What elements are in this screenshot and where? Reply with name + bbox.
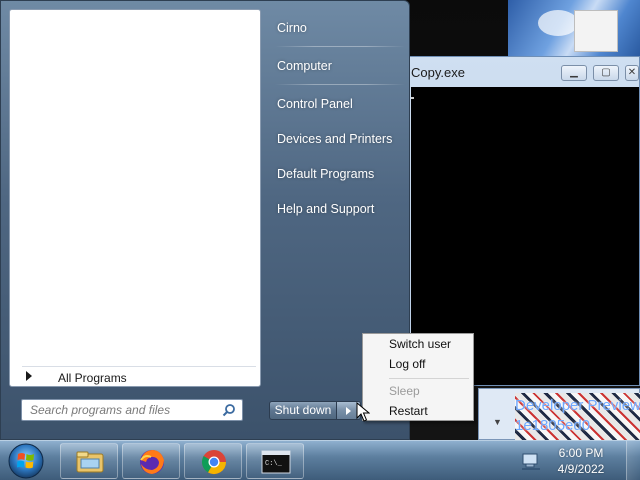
separator [275,84,405,85]
art-text-line2: 1e1805ed0 [515,417,591,434]
separator [275,46,405,47]
svg-text:C:\_: C:\_ [265,460,283,468]
arrow-right-icon [346,407,351,415]
menu-item-log-off[interactable]: Log off [365,354,471,374]
console-cursor [411,97,414,99]
minimize-button[interactable]: ▁ [561,65,587,81]
art-image: Developer Preview 1e1805ed0 [515,393,640,441]
background-thumbnail [574,10,618,52]
network-icon[interactable] [520,450,542,472]
all-programs-label: All Programs [58,371,127,385]
taskbar-cmd-button[interactable]: C:\_ [246,443,304,479]
windows-explorer-icon [76,451,104,473]
mouse-pointer-icon [356,402,370,422]
chrome-icon [201,450,226,475]
background-art-window[interactable]: ▼ Developer Preview 1e1805ed0 [478,388,640,441]
right-item-devices-printers[interactable]: Devices and Printers [271,128,405,150]
taskbar: C:\_ 6:00 PM 4/9/2022 [0,440,640,480]
command-prompt-icon: C:\_ [261,450,291,474]
search-icon[interactable] [222,403,236,417]
right-item-help-support[interactable]: Help and Support [271,198,405,220]
power-options-menu: Switch user Log off Sleep Restart [362,333,474,421]
console-window-title: Copy.exe [411,65,465,80]
art-text-line1: Developer Preview [515,397,640,414]
clock-time[interactable]: 6:00 PM [548,446,614,460]
start-menu: All Programs Cirno Computer Control Pane… [0,0,410,440]
shutdown-button[interactable]: Shut down [269,401,337,420]
menu-item-switch-user[interactable]: Switch user [365,334,471,354]
taskbar-explorer-button[interactable] [60,443,118,479]
taskbar-chrome-button[interactable] [184,443,242,479]
show-desktop-button[interactable] [626,441,640,480]
triangle-right-icon [26,371,32,381]
taskbar-firefox-button[interactable] [122,443,180,479]
menu-item-restart[interactable]: Restart [365,401,471,421]
right-item-default-programs[interactable]: Default Programs [271,163,405,185]
all-programs-item[interactable]: All Programs [22,366,256,388]
right-item-user[interactable]: Cirno [271,17,405,39]
firefox-icon [140,450,164,474]
clock-date[interactable]: 4/9/2022 [548,462,614,476]
menu-separator [389,378,469,379]
search-input[interactable] [22,400,218,420]
start-button[interactable] [6,442,46,480]
maximize-button[interactable]: ▢ [593,65,619,81]
menu-item-sleep: Sleep [389,384,420,398]
chevron-down-icon[interactable]: ▼ [493,417,502,427]
programs-list-pane: All Programs [9,9,261,387]
close-button[interactable]: ✕ [625,65,639,81]
right-item-control-panel[interactable]: Control Panel [271,93,405,115]
right-item-computer[interactable]: Computer [271,55,405,77]
search-box[interactable] [21,399,243,421]
